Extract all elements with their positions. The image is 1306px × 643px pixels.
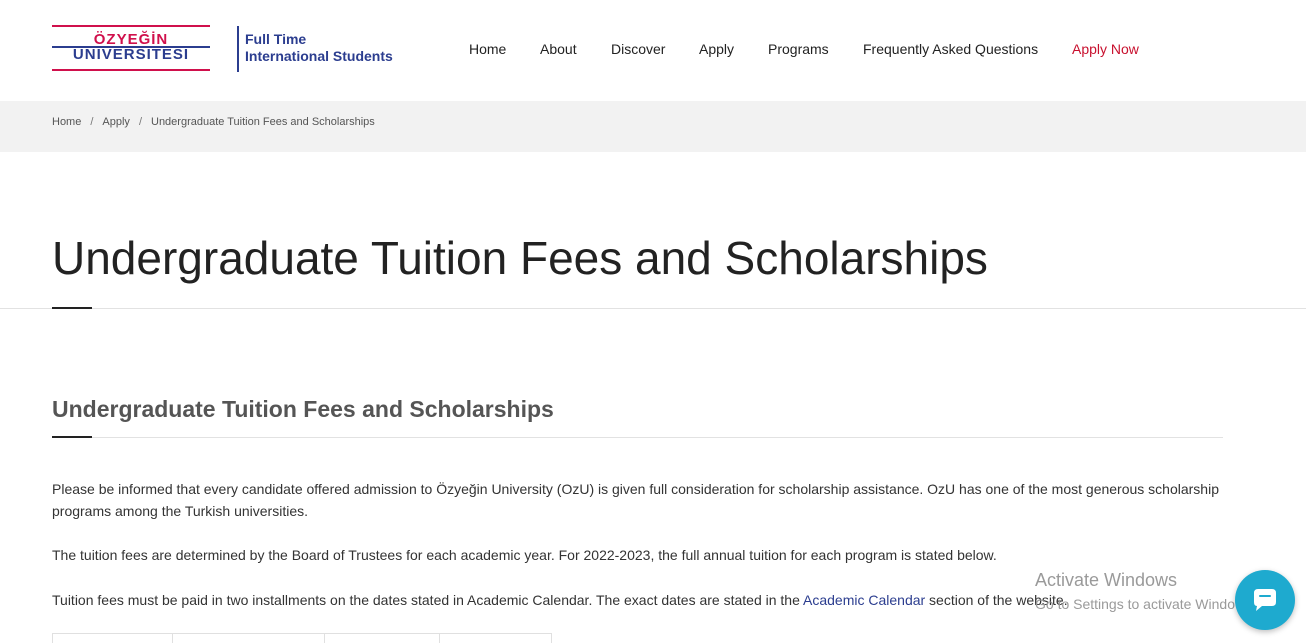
watermark-subtitle: Go to Settings to activate Windows. — [1035, 596, 1256, 612]
title-divider — [0, 308, 1306, 309]
logo-subtitle-line1: Full Time — [245, 31, 307, 47]
logo-bottom-line — [52, 69, 210, 71]
installments-text: Tuition fees must be paid in two install… — [52, 592, 803, 608]
nav-home[interactable]: Home — [469, 41, 506, 57]
academic-calendar-link[interactable]: Academic Calendar — [803, 592, 925, 608]
section-divider — [52, 437, 1223, 438]
breadcrumb-separator: / — [138, 116, 142, 128]
nav-programs[interactable]: Programs — [768, 41, 829, 57]
nav-about[interactable]: About — [540, 41, 577, 57]
windows-activation-watermark: Activate Windows Go to Settings to activ… — [1035, 569, 1256, 614]
nav-apply-now[interactable]: Apply Now — [1072, 41, 1139, 57]
logo-divider — [237, 26, 239, 72]
logo-subtitle-line2: International Students — [245, 48, 393, 64]
breadcrumb: Home / Apply / Undergraduate Tuition Fees an… — [52, 116, 375, 128]
university-logo[interactable]: ÖZYEĞİN ÜNİVERSİTESİ — [52, 25, 210, 73]
tuition-table — [52, 633, 552, 643]
breadcrumb-current: Undergraduate Tuition Fees and Scholarsh… — [151, 116, 375, 128]
nav-apply[interactable]: Apply — [699, 41, 734, 57]
table-column-divider — [172, 634, 173, 643]
nav-faq[interactable]: Frequently Asked Questions — [863, 41, 1038, 57]
watermark-title: Activate Windows — [1035, 570, 1178, 590]
breadcrumb-separator: / — [90, 116, 94, 128]
site-header: ÖZYEĞİN ÜNİVERSİTESİ Full Time Internati… — [0, 0, 1306, 101]
scholarship-paragraph: Please be informed that every candidate … — [52, 481, 1219, 519]
nav-discover[interactable]: Discover — [611, 41, 665, 57]
logo-top-line — [52, 25, 210, 27]
table-column-divider — [439, 634, 440, 643]
page-title: Undergraduate Tuition Fees and Scholarsh… — [52, 232, 988, 284]
tuition-paragraph: The tuition fees are determined by the B… — [52, 547, 997, 563]
breadcrumb-apply[interactable]: Apply — [102, 116, 130, 128]
section-title: Undergraduate Tuition Fees and Scholarsh… — [52, 396, 554, 422]
breadcrumb-bar: Home / Apply / Undergraduate Tuition Fees an… — [0, 101, 1306, 152]
logo-line2: ÜNİVERSİTESİ — [72, 46, 190, 63]
logo-line1: ÖZYEĞİN — [93, 31, 169, 48]
breadcrumb-home[interactable]: Home — [52, 116, 81, 128]
chat-button[interactable] — [1235, 570, 1295, 630]
title-accent-line — [52, 307, 92, 309]
section-accent-line — [52, 436, 92, 438]
table-column-divider — [324, 634, 325, 643]
logo-subtitle[interactable]: Full Time International Students — [245, 31, 393, 65]
